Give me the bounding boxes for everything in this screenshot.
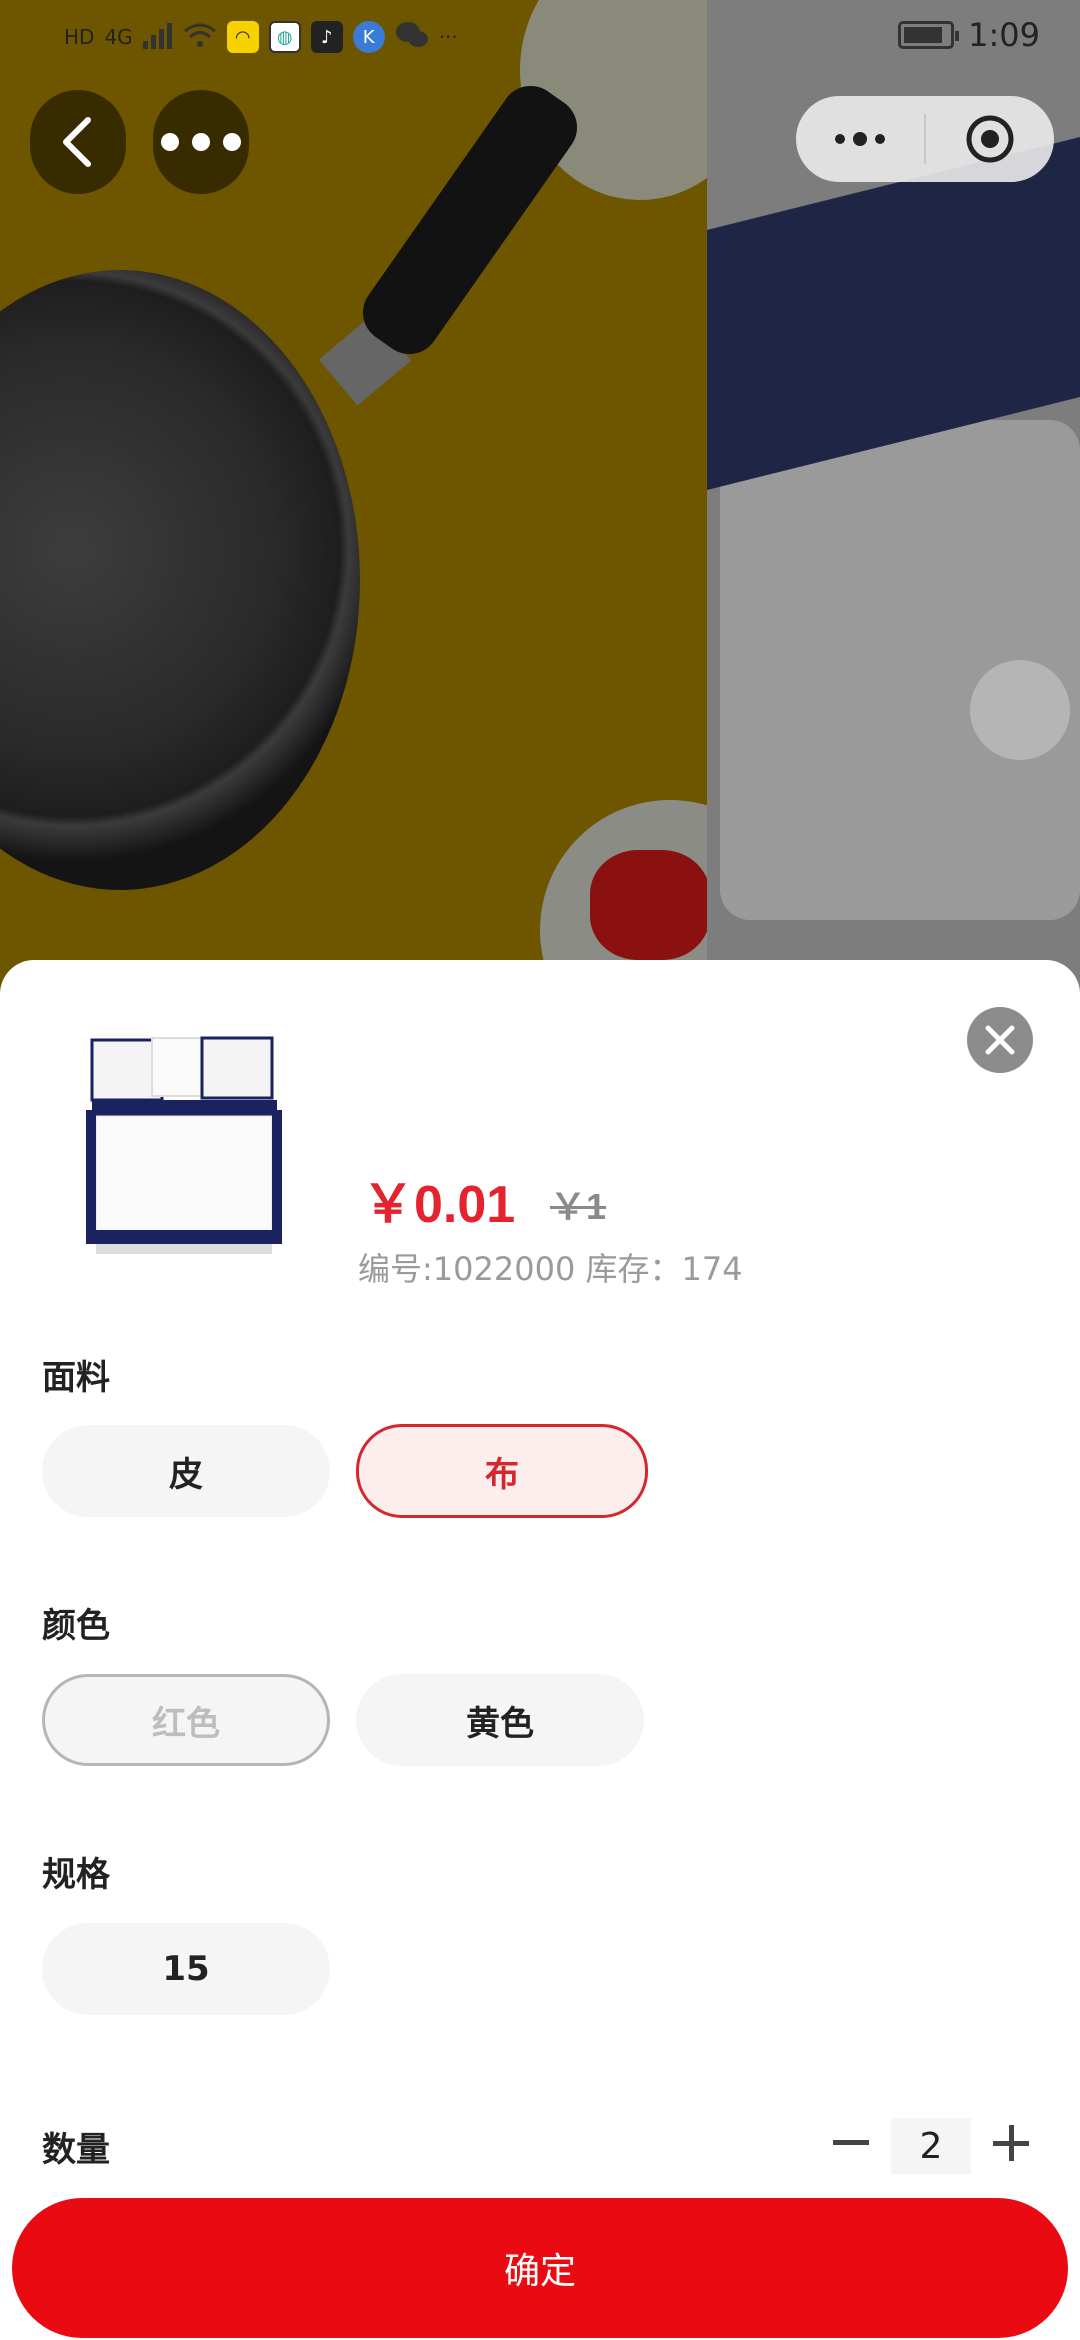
- chevron-left-icon: [63, 117, 91, 167]
- wechat-icon: [395, 20, 429, 54]
- battery-icon: [898, 21, 960, 49]
- quantity-decrease-button[interactable]: [826, 2118, 876, 2168]
- app-notification-icon: ◠: [226, 21, 259, 53]
- clock: 1:09: [968, 16, 1040, 54]
- product-thumbnail: [82, 1030, 287, 1262]
- material-label: 面料: [42, 1358, 110, 1398]
- minus-icon: [833, 2140, 869, 2145]
- capsule-menu-button[interactable]: [796, 96, 924, 182]
- option-leather[interactable]: 皮: [42, 1425, 330, 1517]
- option-cloth[interactable]: 布: [356, 1424, 648, 1518]
- option-spec-15[interactable]: 15: [42, 1923, 330, 2015]
- original-price: ￥1: [550, 1186, 607, 1227]
- hd-indicator: HD: [64, 25, 95, 49]
- sale-price: ￥0.01: [362, 1176, 516, 1234]
- spec-label: 规格: [42, 1855, 110, 1895]
- pompom-decoration: [970, 660, 1070, 760]
- close-button[interactable]: [967, 1007, 1033, 1073]
- pepper-decoration: [590, 850, 710, 960]
- more-options-button[interactable]: [153, 90, 249, 194]
- option-yellow[interactable]: 黄色: [356, 1674, 644, 1766]
- close-icon: [985, 1025, 1015, 1055]
- signal-icon: [142, 21, 173, 53]
- menu-dots-icon: [835, 132, 885, 146]
- quantity-increase-button[interactable]: [986, 2118, 1036, 2168]
- network-indicator: 4G: [104, 25, 133, 49]
- status-icons-right: 1:09: [898, 16, 1040, 54]
- option-red[interactable]: 红色: [42, 1674, 330, 1766]
- product-code-stock: 编号:1022000 库存：174: [358, 1250, 743, 1288]
- miniprogram-capsule: [796, 96, 1054, 182]
- more-notifications: ···: [438, 25, 458, 49]
- dots-icon: [161, 133, 241, 151]
- color-label: 颜色: [42, 1606, 110, 1646]
- confirm-button[interactable]: 确定: [12, 2198, 1068, 2338]
- browser-notification-icon: ◍: [268, 21, 301, 53]
- k-app-icon: K: [352, 21, 385, 53]
- capsule-close-button[interactable]: [926, 96, 1054, 182]
- wifi-icon: [183, 21, 217, 53]
- quantity-value[interactable]: 2: [891, 2118, 971, 2174]
- plus-icon: [993, 2125, 1029, 2161]
- status-bar: HD 4G ◠ ◍ ♪ K ··· 1:09: [0, 0, 1080, 76]
- target-icon: [966, 115, 1014, 163]
- quantity-label: 数量: [42, 2130, 110, 2170]
- back-button[interactable]: [30, 90, 126, 194]
- tiktok-icon: ♪: [310, 21, 343, 53]
- status-icons-left: HD 4G ◠ ◍ ♪ K ···: [64, 20, 458, 54]
